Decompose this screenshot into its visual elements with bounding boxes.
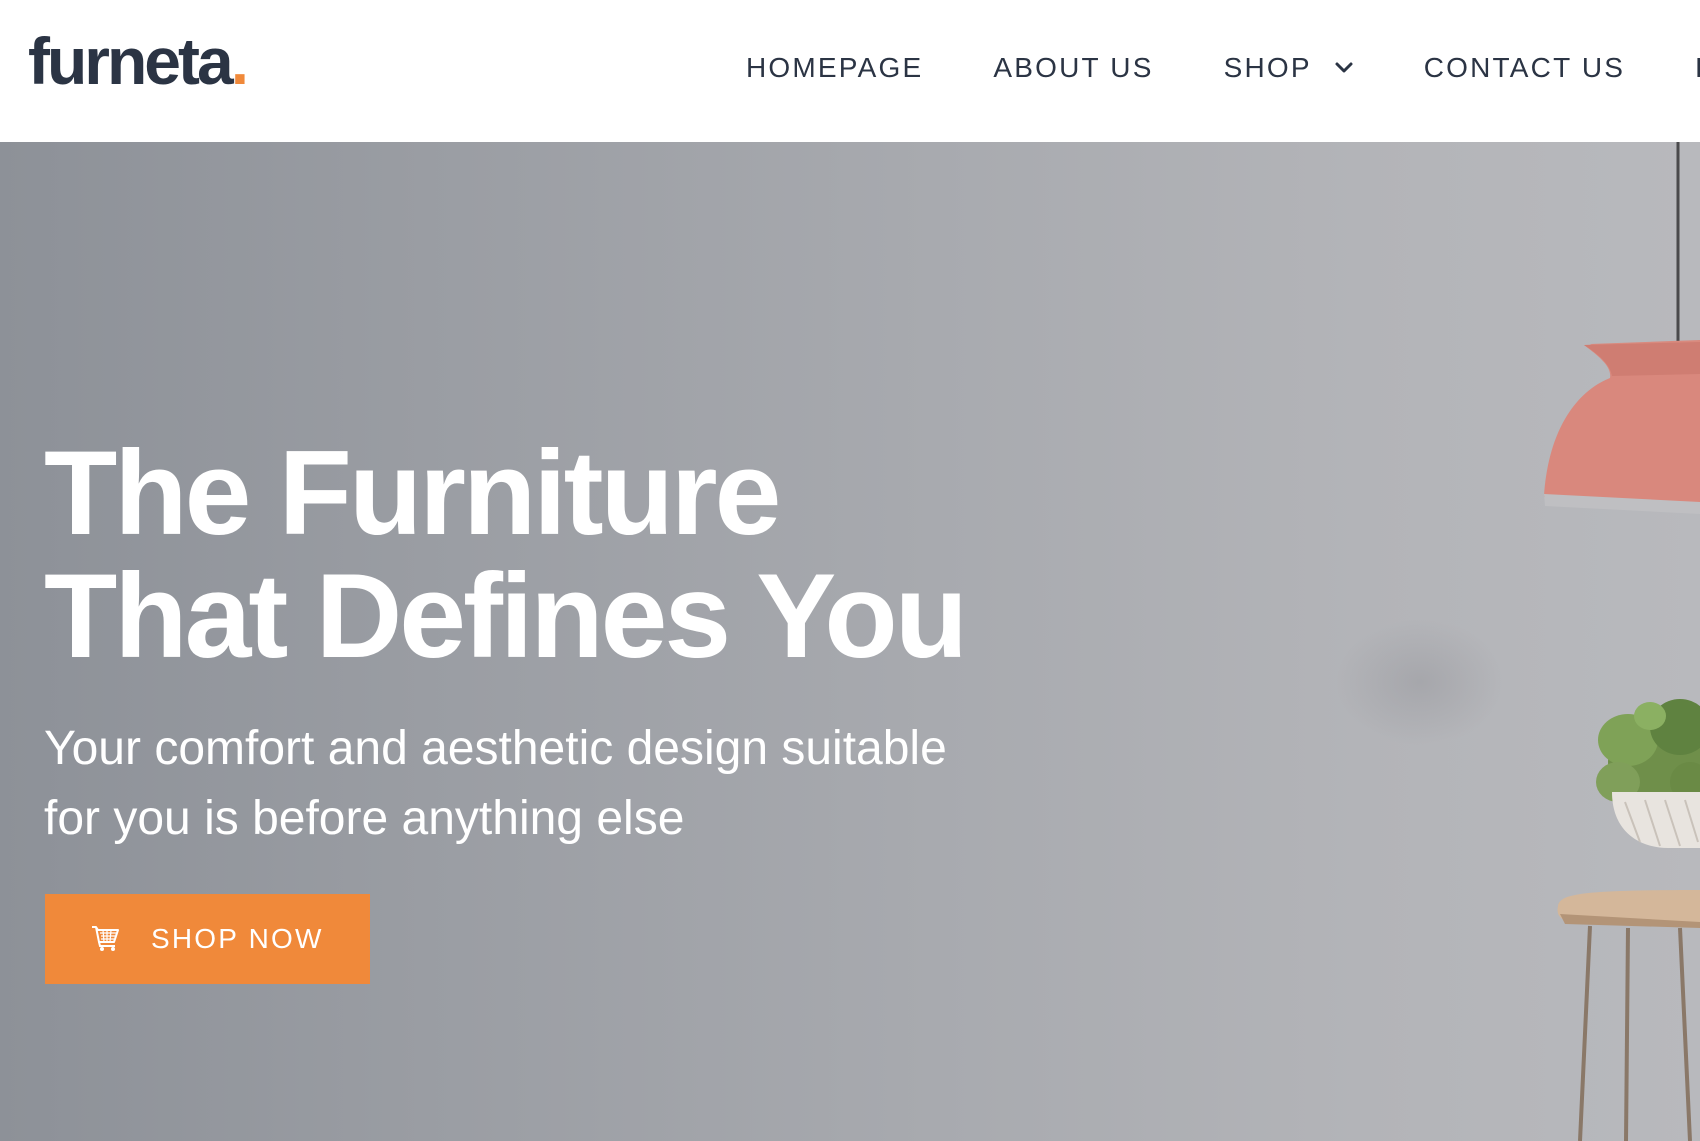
shop-now-label: SHOP NOW (151, 923, 324, 954)
pendant-lamp-icon (1544, 340, 1700, 514)
nav-homepage-label: HOMEPAGE (746, 52, 924, 83)
shop-now-button[interactable]: SHOP NOW (45, 894, 370, 984)
nav-contact-us-label: CONTACT US (1423, 52, 1626, 83)
side-table-icon (1557, 890, 1700, 1141)
plant-icon (1596, 699, 1700, 848)
hero-banner: The Furniture That Defines You Your comf… (0, 142, 1700, 1141)
chevron-down-icon[interactable] (1334, 61, 1354, 75)
nav-homepage[interactable]: HOMEPAGE (746, 52, 923, 84)
cart-icon (92, 926, 119, 951)
main-nav: HOMEPAGE ABOUT US SHOP CONTACT US F (746, 52, 1700, 84)
nav-contact-us[interactable]: CONTACT US (1424, 52, 1625, 84)
hero-subtitle-line-2: for you is before anything else (44, 792, 685, 845)
logo-dot: . (230, 24, 249, 98)
nav-about-us[interactable]: ABOUT US (993, 52, 1153, 84)
logo-text: furneta (28, 24, 234, 98)
nav-item-truncated[interactable]: F (1695, 52, 1700, 84)
nav-about-us-label: ABOUT US (993, 52, 1154, 83)
hero-subtitle: Your comfort and aesthetic design suitab… (44, 714, 1044, 854)
logo[interactable]: furneta. (28, 28, 249, 94)
nav-item-truncated-label: F (1695, 52, 1700, 84)
nav-shop[interactable]: SHOP (1224, 52, 1354, 84)
hero-title: The Furniture That Defines You (44, 432, 1044, 678)
hero-title-line-2: That Defines You (44, 549, 968, 683)
hero-subtitle-line-1: Your comfort and aesthetic design suitab… (44, 722, 947, 775)
hero-title-line-1: The Furniture (44, 426, 781, 560)
page: furneta. HOMEPAGE ABOUT US SHOP CONTACT … (0, 0, 1700, 1141)
nav-shop-label: SHOP (1223, 52, 1312, 83)
site-header: furneta. HOMEPAGE ABOUT US SHOP CONTACT … (0, 0, 1700, 142)
